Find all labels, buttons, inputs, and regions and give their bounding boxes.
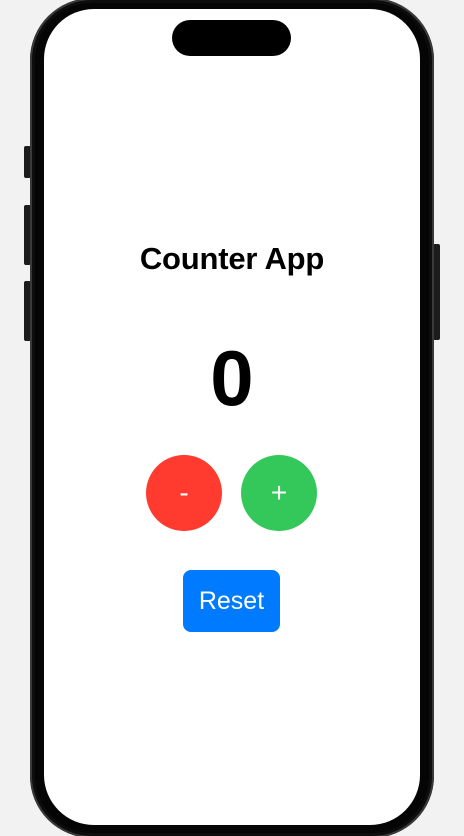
app-title: Counter App — [139, 241, 325, 276]
counter-value: 0 — [210, 334, 254, 422]
power-button — [433, 244, 440, 340]
dynamic-island — [172, 20, 291, 56]
app-screen: Counter App 0 - + Reset — [44, 9, 420, 825]
increment-button[interactable]: + — [241, 455, 317, 531]
reset-button[interactable]: Reset — [183, 570, 280, 632]
decrement-button[interactable]: - — [146, 455, 222, 531]
